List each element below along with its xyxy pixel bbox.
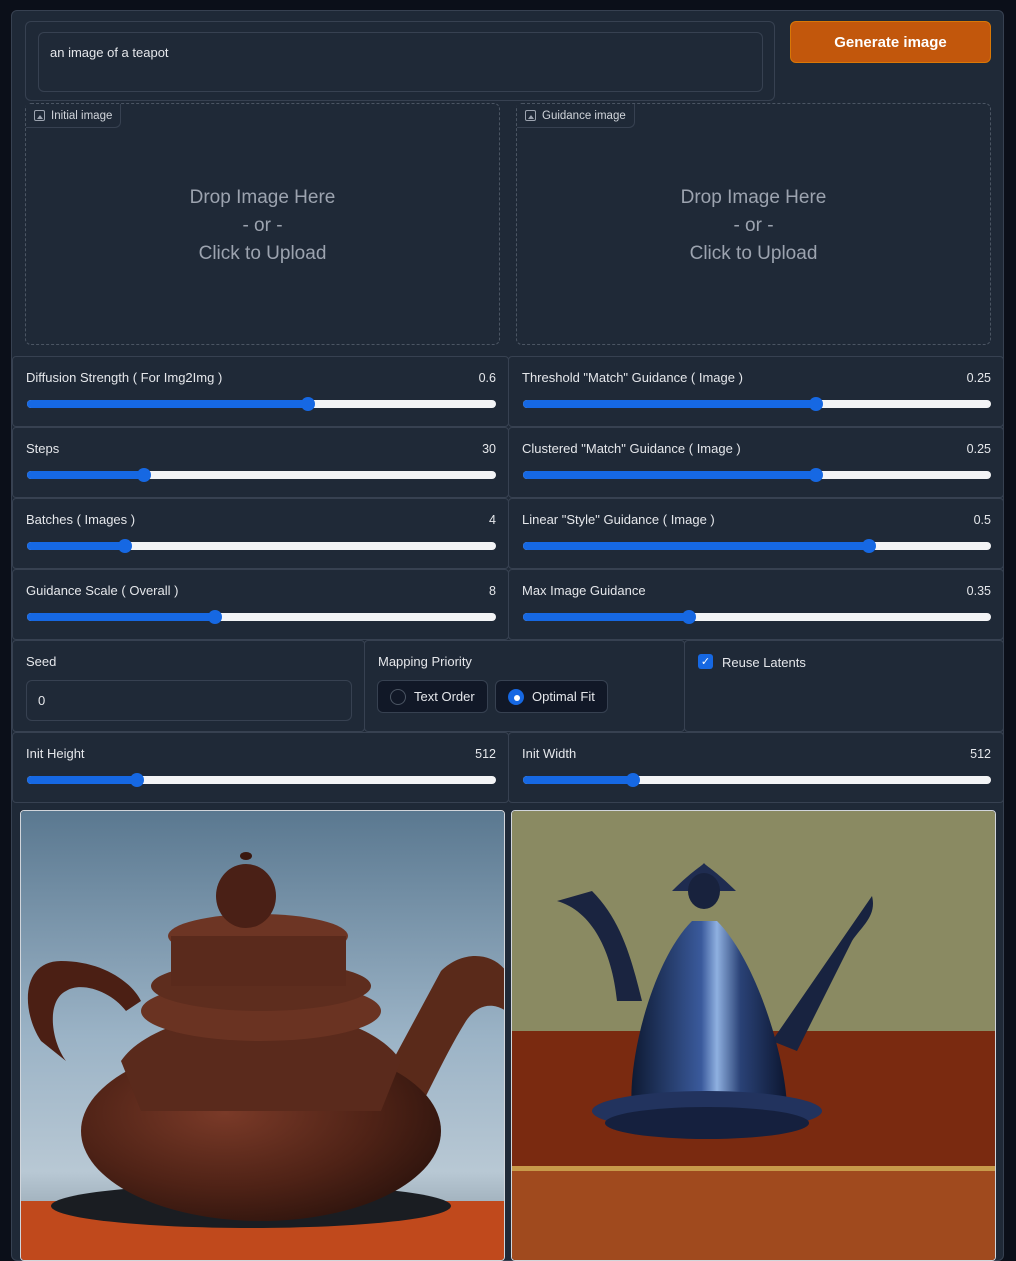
- slider-value[interactable]: 0.25: [967, 442, 991, 456]
- mapping-priority-label: Mapping Priority: [378, 654, 472, 669]
- mapping-priority-panel: Mapping Priority Text Order Optimal Fit: [364, 640, 685, 732]
- reuse-latents-panel: ✓ Reuse Latents: [684, 640, 1004, 732]
- slider-fill: [523, 542, 870, 550]
- drop-text: Drop Image Here: [189, 187, 336, 208]
- slider-track[interactable]: [523, 397, 991, 411]
- linear-style-slider: Linear "Style" Guidance ( Image ) 0.5: [508, 498, 1004, 569]
- steps-slider: Steps 30: [12, 427, 509, 498]
- gallery-image-clay-teapot[interactable]: [20, 810, 505, 1261]
- max-image-guidance-slider: Max Image Guidance 0.35: [508, 569, 1004, 640]
- slider-thumb[interactable]: [625, 773, 640, 787]
- slider-track[interactable]: [27, 610, 496, 624]
- clay-teapot-image: [21, 811, 504, 1260]
- slider-label: Init Height: [26, 746, 85, 761]
- slider-fill: [523, 613, 690, 621]
- slider-label: Steps: [26, 441, 60, 456]
- slider-fill: [27, 400, 309, 408]
- slider-thumb[interactable]: [207, 610, 222, 624]
- gallery-image-blue-kettle[interactable]: [511, 810, 996, 1261]
- slider-value[interactable]: 8: [489, 584, 496, 598]
- click-upload-text: Click to Upload: [198, 243, 327, 264]
- diffusion-strength-slider: Diffusion Strength ( For Img2Img ) 0.6: [12, 356, 509, 427]
- slider-label: Guidance Scale ( Overall ): [26, 583, 179, 598]
- slider-label: Batches ( Images ): [26, 512, 136, 527]
- slider-thumb[interactable]: [862, 539, 877, 553]
- slider-track[interactable]: [523, 468, 991, 482]
- image-icon: [34, 110, 45, 121]
- init-width-slider: Init Width 512: [508, 732, 1004, 803]
- radio-dot-selected: [508, 688, 524, 705]
- reuse-latents-checkbox[interactable]: ✓: [698, 654, 713, 669]
- seed-label: Seed: [26, 654, 57, 669]
- guidance-image-upload[interactable]: Guidance image Drop Image Here - or - Cl…: [516, 103, 991, 345]
- slider-label: Threshold "Match" Guidance ( Image ): [522, 370, 743, 385]
- slider-track[interactable]: [523, 610, 991, 624]
- slider-track[interactable]: [27, 468, 496, 482]
- slider-value[interactable]: 0.6: [479, 371, 496, 385]
- slider-thumb[interactable]: [301, 397, 316, 411]
- slider-fill: [523, 471, 816, 479]
- slider-thumb[interactable]: [682, 610, 697, 624]
- image-icon: [525, 110, 536, 121]
- slider-thumb[interactable]: [808, 468, 823, 482]
- init-height-slider: Init Height 512: [12, 732, 509, 803]
- guidance-image-tag: Guidance image: [517, 104, 635, 128]
- slider-value[interactable]: 0.35: [967, 584, 991, 598]
- or-text: - or -: [733, 215, 774, 236]
- seed-panel: Seed 0: [12, 640, 365, 732]
- slider-label: Clustered "Match" Guidance ( Image ): [522, 441, 741, 456]
- slider-thumb[interactable]: [130, 773, 145, 787]
- slider-track[interactable]: [523, 773, 991, 787]
- or-text: - or -: [242, 215, 283, 236]
- click-upload-text: Click to Upload: [689, 243, 818, 264]
- slider-value[interactable]: 0.5: [974, 513, 991, 527]
- slider-thumb[interactable]: [808, 397, 823, 411]
- slider-label: Diffusion Strength ( For Img2Img ): [26, 370, 223, 385]
- blue-kettle-image: [512, 811, 995, 1260]
- threshold-match-slider: Threshold "Match" Guidance ( Image ) 0.2…: [508, 356, 1004, 427]
- prompt-input[interactable]: an image of a teapot: [38, 32, 763, 92]
- slider-fill: [523, 776, 633, 784]
- radio-text-order[interactable]: Text Order: [377, 680, 488, 713]
- slider-fill: [27, 613, 215, 621]
- slider-track[interactable]: [27, 773, 496, 787]
- slider-thumb[interactable]: [137, 468, 152, 482]
- drop-text: Drop Image Here: [680, 187, 827, 208]
- generate-image-button[interactable]: Generate image: [790, 21, 991, 63]
- seed-input[interactable]: 0: [26, 680, 352, 721]
- slider-fill: [27, 471, 145, 479]
- slider-fill: [27, 542, 126, 550]
- slider-fill: [523, 400, 816, 408]
- initial-image-tag: Initial image: [26, 104, 122, 128]
- slider-label: Linear "Style" Guidance ( Image ): [522, 512, 715, 527]
- slider-fill: [27, 776, 138, 784]
- initial-image-label: Initial image: [51, 109, 113, 122]
- slider-value[interactable]: 512: [475, 747, 496, 761]
- clustered-match-slider: Clustered "Match" Guidance ( Image ) 0.2…: [508, 427, 1004, 498]
- slider-track[interactable]: [27, 397, 496, 411]
- slider-track[interactable]: [27, 539, 496, 553]
- slider-value[interactable]: 512: [970, 747, 991, 761]
- slider-label: Init Width: [522, 746, 577, 761]
- guidance-image-label: Guidance image: [542, 109, 626, 122]
- slider-value[interactable]: 4: [489, 513, 496, 527]
- check-icon: ✓: [700, 656, 711, 668]
- upload-instructions: Drop Image Here - or - Click to Upload: [517, 184, 990, 268]
- initial-image-upload[interactable]: Initial image Drop Image Here - or - Cli…: [25, 103, 500, 345]
- radio-label: Text Order: [414, 689, 475, 704]
- radio-label: Optimal Fit: [532, 689, 595, 704]
- batches-slider: Batches ( Images ) 4: [12, 498, 509, 569]
- slider-label: Max Image Guidance: [522, 583, 646, 598]
- guidance-scale-slider: Guidance Scale ( Overall ) 8: [12, 569, 509, 640]
- slider-thumb[interactable]: [118, 539, 133, 553]
- slider-track[interactable]: [523, 539, 991, 553]
- radio-optimal-fit[interactable]: Optimal Fit: [495, 680, 608, 713]
- radio-dot: [390, 688, 406, 705]
- prompt-block: an image of a teapot: [25, 21, 775, 101]
- reuse-latents-label: Reuse Latents: [722, 655, 806, 670]
- slider-value[interactable]: 0.25: [967, 371, 991, 385]
- slider-value[interactable]: 30: [482, 442, 496, 456]
- upload-instructions: Drop Image Here - or - Click to Upload: [26, 184, 499, 268]
